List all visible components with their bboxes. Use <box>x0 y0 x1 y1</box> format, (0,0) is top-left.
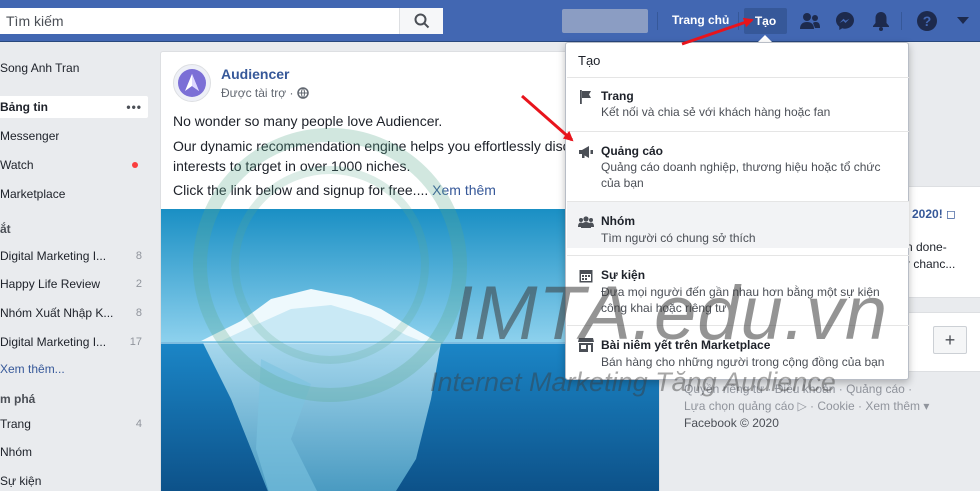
option-title: Nhóm <box>601 214 635 228</box>
nav-divider <box>657 12 658 30</box>
sidebar-item-label: Marketplace <box>0 187 66 201</box>
notification-dot <box>132 162 138 168</box>
add-button[interactable]: + <box>933 326 967 354</box>
flag-icon <box>578 89 594 105</box>
post-text-line: interests to target in over 1000 niches. <box>173 158 411 174</box>
group-icon <box>578 214 594 230</box>
option-title: Trang <box>601 89 634 103</box>
sidebar-item-marketplace[interactable]: Marketplace <box>0 183 148 205</box>
sidebar-item-pages[interactable]: Trang 4 <box>0 413 148 435</box>
create-ad-option[interactable]: Quảng cáo Quảng cáo doanh nghiệp, thương… <box>567 137 909 195</box>
dropdown-caret <box>758 35 772 42</box>
option-title: Bài niêm yết trên Marketplace <box>601 338 771 352</box>
dropdown-divider <box>567 255 909 256</box>
option-description: Tìm người có chung sở thích <box>601 231 756 245</box>
nav-divider <box>901 12 902 30</box>
right-card-text: n done- <box>906 240 947 254</box>
see-more-link[interactable]: Xem thêm <box>432 182 496 198</box>
create-event-option[interactable]: Sự kiện Đưa mọi người đến gần nhau hơn b… <box>567 257 909 319</box>
see-more-link[interactable]: Xem thêm... <box>0 358 148 380</box>
page-avatar[interactable] <box>173 64 211 102</box>
chevron-down-icon[interactable] <box>952 10 974 32</box>
sidebar-shortcut-item[interactable]: Nhóm Xuất Nhập K... 8 <box>0 302 148 324</box>
right-card-title[interactable]: r 2020! ◻ <box>904 207 956 221</box>
dropdown-divider <box>567 325 909 326</box>
footer-links[interactable]: Lựa chọn quảng cáo ▷ · Cookie · Xem thêm… <box>684 399 929 413</box>
footer-copyright: Facebook © 2020 <box>684 416 779 430</box>
option-description: Đưa mọi người đến gần nhau hơn bằng một … <box>601 285 880 315</box>
sidebar-item-label: Happy Life Review <box>0 277 101 291</box>
calendar-icon <box>578 268 594 284</box>
item-count: 8 <box>135 250 142 262</box>
item-count: 4 <box>135 418 142 430</box>
sponsored-label[interactable]: Được tài trợ · <box>221 86 293 100</box>
post-text-line: Our dynamic recommendation engine helps … <box>173 138 570 154</box>
item-count: 2 <box>135 278 142 290</box>
right-card-text: r chanc... <box>906 257 956 271</box>
create-page-option[interactable]: Trang Kết nối và chia sẻ với khách hàng … <box>567 83 909 129</box>
dropdown-divider <box>567 77 909 78</box>
messenger-icon[interactable] <box>834 10 856 32</box>
nav-divider <box>738 12 739 30</box>
dropdown-header: Tạo <box>578 53 601 68</box>
shop-icon <box>578 337 594 353</box>
option-title: Sự kiện <box>601 268 646 282</box>
sidebar-profile-link[interactable]: Song Anh Tran <box>0 57 148 79</box>
option-description: Bán hàng cho những người trong cộng đồng… <box>601 355 885 369</box>
sidebar-item-label: Bảng tin <box>0 100 48 114</box>
friends-icon[interactable] <box>799 10 821 32</box>
explore-header: m phá <box>0 392 36 406</box>
option-title: Quảng cáo <box>601 144 664 158</box>
see-more-label: Xem thêm... <box>0 362 65 376</box>
sidebar-item-events[interactable]: Sự kiện <box>0 470 148 491</box>
sidebar-item-messenger[interactable]: Messenger <box>0 125 148 147</box>
item-count: 17 <box>129 336 142 348</box>
post-text-line: No wonder so many people love Audiencer. <box>173 113 443 129</box>
sidebar-item-news-feed[interactable]: Bảng tin ••• <box>0 96 148 118</box>
sidebar-item-label: Watch <box>0 158 34 172</box>
post-text-line-4: Click the link below and signup for free… <box>173 182 433 198</box>
search-box <box>0 8 443 34</box>
user-name: Song Anh Tran <box>0 61 80 75</box>
footer-links[interactable]: Quyền riêng tư · Điều khoản · Quảng cáo … <box>684 382 912 396</box>
dropdown-divider <box>567 131 909 132</box>
sidebar-item-watch[interactable]: Watch <box>0 154 148 176</box>
sidebar-item-label: Sự kiện <box>0 474 42 488</box>
post-meta: Được tài trợ · <box>221 86 310 100</box>
top-navigation-bar: Trang chủ Tạo ? <box>0 0 980 42</box>
search-input[interactable] <box>0 9 398 33</box>
search-button[interactable] <box>399 8 443 34</box>
sidebar-item-groups[interactable]: Nhóm <box>0 441 148 463</box>
megaphone-icon <box>578 144 594 160</box>
sidebar-item-label: Digital Marketing I... <box>0 249 107 263</box>
profile-button[interactable] <box>562 9 648 33</box>
create-button[interactable]: Tạo <box>744 8 787 34</box>
option-description: Kết nối và chia sẻ với khách hàng hoặc f… <box>601 105 831 119</box>
more-options-icon[interactable]: ••• <box>126 100 142 114</box>
create-group-option[interactable]: Nhóm Tìm người có chung sở thích <box>567 202 909 248</box>
sidebar-item-label: Nhóm <box>0 445 33 459</box>
home-link[interactable]: Trang chủ <box>672 13 729 27</box>
sidebar-shortcut-item[interactable]: Digital Marketing I... 17 <box>0 331 148 353</box>
globe-icon <box>297 87 310 99</box>
option-description: Quảng cáo doanh nghiệp, thương hiệu hoặc… <box>601 160 881 190</box>
shortcuts-header: ắt <box>0 222 11 236</box>
sidebar-shortcut-item[interactable]: Digital Marketing I... 8 <box>0 245 148 267</box>
search-icon <box>414 13 429 29</box>
sidebar-item-label: Trang <box>0 417 31 431</box>
sidebar-item-label: Nhóm Xuất Nhập K... <box>0 306 114 320</box>
notifications-icon[interactable] <box>870 10 892 32</box>
item-count: 8 <box>135 307 142 319</box>
page-name[interactable]: Audiencer <box>221 66 289 82</box>
sidebar-item-label: Digital Marketing I... <box>0 335 107 349</box>
help-icon[interactable]: ? <box>916 10 938 32</box>
svg-text:?: ? <box>923 13 932 29</box>
audiencer-logo-icon <box>178 69 206 97</box>
sidebar-item-label: Messenger <box>0 129 60 143</box>
create-marketplace-listing-option[interactable]: Bài niêm yết trên Marketplace Bán hàng c… <box>567 327 909 375</box>
create-dropdown-menu: Tạo Trang Kết nối và chia sẻ với khách h… <box>565 42 909 380</box>
post-text-line: Click the link below and signup for free… <box>173 182 496 198</box>
sidebar-shortcut-item[interactable]: Happy Life Review 2 <box>0 273 148 295</box>
